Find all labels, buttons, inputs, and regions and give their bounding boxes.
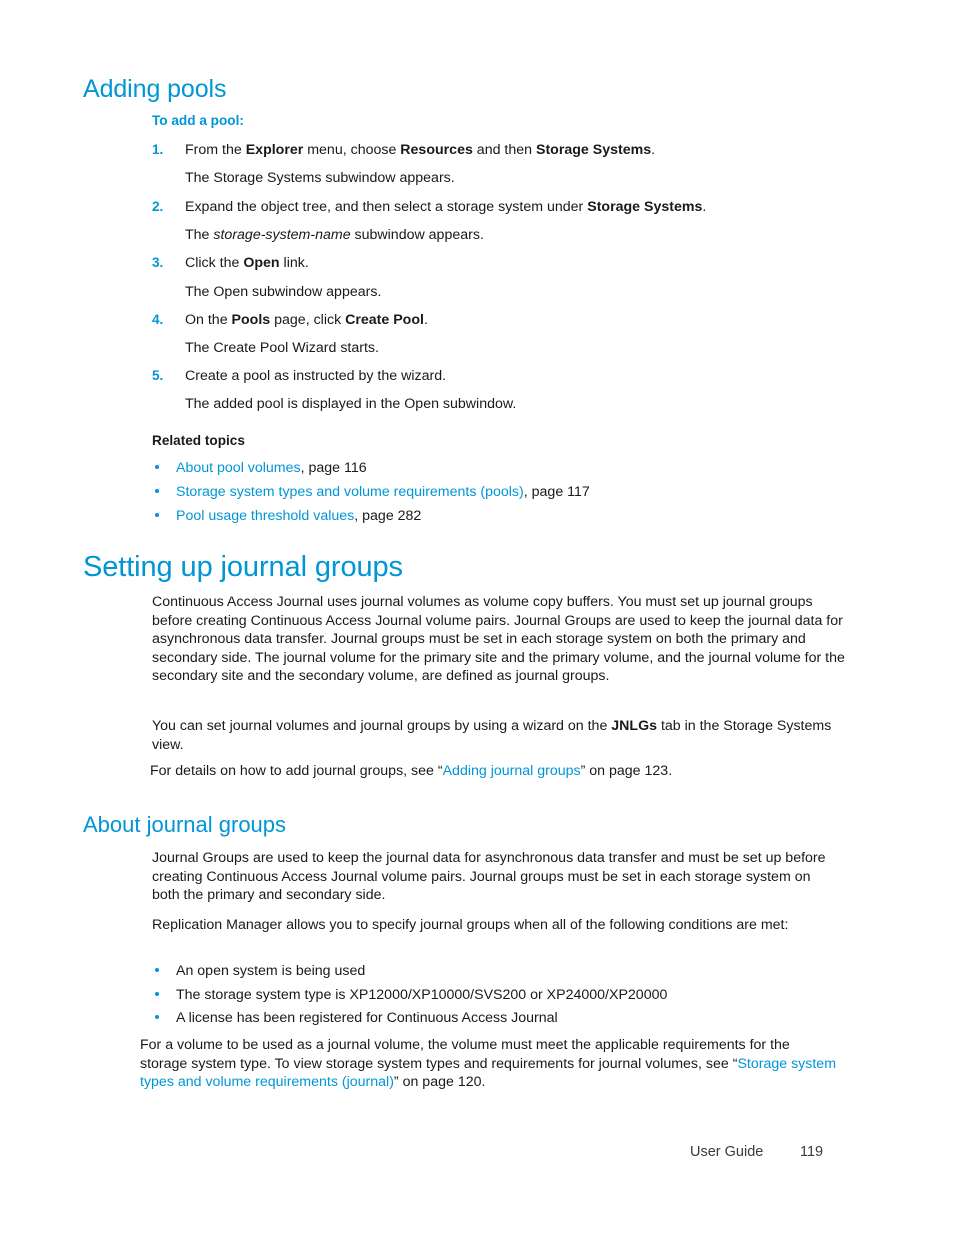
document-page: Adding pools To add a pool: 1. From the … (0, 0, 954, 1235)
link-storage-system-types-pools[interactable]: Storage system types and volume requirem… (176, 484, 524, 500)
bullet-dot-icon (155, 968, 159, 972)
bullet-dot-icon (155, 1015, 159, 1019)
text-run: Expand the object tree, and then select … (185, 199, 588, 215)
bullet-dot-icon (155, 465, 159, 469)
text-run: Create a pool as instructed by the wizar… (185, 368, 447, 384)
footer-guide-label: User Guide (690, 1144, 764, 1160)
step-number: 2. (152, 199, 164, 214)
related-topic-page: , page 116 (300, 460, 367, 476)
step-item: 5. Create a pool as instructed by the wi… (152, 367, 852, 386)
bold-run: Resources (400, 142, 473, 158)
related-topic-item: Pool usage threshold values, page 282 (152, 507, 852, 526)
step-text: Expand the object tree, and then select … (185, 198, 852, 217)
step-result: The Open subwindow appears. (185, 284, 382, 300)
step-result: The added pool is displayed in the Open … (185, 396, 517, 412)
related-topics-label: Related topics (152, 433, 245, 448)
step-text: On the Pools page, click Create Pool. (185, 311, 852, 330)
text-run: You can set journal volumes and journal … (152, 718, 612, 734)
condition-item: The storage system type is XP12000/XP100… (152, 986, 852, 1005)
step-number: 5. (152, 368, 164, 383)
text-run: The (185, 227, 214, 243)
footer-page-number: 119 (800, 1144, 824, 1160)
link-about-pool-volumes[interactable]: About pool volumes (176, 460, 301, 476)
step-result: The Storage Systems subwindow appears. (185, 170, 455, 186)
bold-run: Explorer (245, 142, 304, 158)
related-topic-text: About pool volumes, page 116 (176, 459, 852, 478)
text-run: . (651, 142, 656, 158)
condition-text: The storage system type is XP12000/XP100… (176, 987, 668, 1003)
step-text: Click the Open link. (185, 254, 852, 273)
step-result: The storage-system-name subwindow appear… (185, 226, 845, 245)
related-topic-page: , page 117 (523, 484, 590, 500)
text-run: subwindow appears. (350, 227, 484, 243)
related-topic-item: About pool volumes, page 116 (152, 459, 852, 478)
step-item: 4. On the Pools page, click Create Pool. (152, 311, 852, 330)
related-topic-text: Pool usage threshold values, page 282 (176, 507, 852, 526)
section-heading-adding-pools: Adding pools (83, 75, 227, 103)
condition-item: A license has been registered for Contin… (152, 1009, 852, 1028)
inline-link[interactable]: Adding journal groups (443, 763, 581, 779)
text-run: . (702, 199, 707, 215)
condition-item: An open system is being used (152, 962, 852, 981)
paragraph-replication-manager-conditions: Replication Manager allows you to specif… (152, 917, 789, 933)
text-run: and then (472, 142, 536, 158)
text-run: menu, choose (303, 142, 401, 158)
bold-run: Open (243, 255, 280, 271)
step-number: 4. (152, 312, 164, 327)
text-run: page, click (270, 312, 346, 328)
paragraph-journal-volume-requirements: For a volume to be used as a journal vol… (140, 1036, 840, 1092)
bullet-dot-icon (155, 513, 159, 517)
bold-run: Storage Systems (587, 199, 703, 215)
text-run: ” on page 123. (580, 763, 673, 779)
paragraph-about-journal-groups-1: Journal Groups are used to keep the jour… (152, 850, 826, 904)
bold-run: Storage Systems (535, 142, 652, 158)
procedure-label-to-add-a-pool: To add a pool: (152, 113, 244, 128)
bullet-dot-icon (155, 489, 159, 493)
section-heading-setting-up-journal-groups: Setting up journal groups (83, 551, 403, 583)
text-run: For a volume to be used as a journal vol… (140, 1037, 790, 1072)
bold-run: Create Pool (345, 312, 424, 328)
section-heading-about-journal-groups: About journal groups (83, 812, 287, 837)
bullet-dot-icon (155, 992, 159, 996)
related-topic-text: Storage system types and volume requirem… (176, 483, 852, 502)
text-run: From the (185, 142, 246, 158)
step-item: 1. From the Explorer menu, choose Resour… (152, 141, 852, 160)
step-item: 2. Expand the object tree, and then sele… (152, 198, 852, 217)
bold-run: Pools (231, 312, 271, 328)
condition-text: A license has been registered for Contin… (176, 1010, 558, 1026)
related-topic-page: , page 282 (354, 508, 422, 524)
step-number: 1. (152, 142, 164, 157)
paragraph-jnlgs-tab: You can set journal volumes and journal … (152, 717, 846, 754)
text-run: Click the (185, 255, 244, 271)
text-run: ” on page 120. (393, 1074, 486, 1091)
link-pool-usage-threshold-values[interactable]: Pool usage threshold values (176, 508, 354, 524)
text-run: link. (279, 255, 309, 271)
related-topic-item: Storage system types and volume requirem… (152, 483, 852, 502)
step-item: 3. Click the Open link. (152, 254, 852, 273)
paragraph-journal-groups-intro: Continuous Access Journal uses journal v… (152, 594, 845, 685)
step-number: 3. (152, 255, 164, 270)
text-run: . (423, 312, 428, 328)
italic-run: storage-system-name (213, 227, 351, 243)
step-result: The Create Pool Wizard starts. (185, 340, 379, 356)
bold-run: JNLGs (611, 718, 658, 734)
step-text: Create a pool as instructed by the wizar… (185, 367, 852, 386)
condition-text: An open system is being used (176, 963, 366, 979)
step-text: From the Explorer menu, choose Resources… (185, 141, 852, 160)
paragraph-adding-journal-groups-ref: For details on how to add journal groups… (150, 762, 850, 781)
text-run: For details on how to add journal groups… (150, 763, 443, 779)
text-run: On the (185, 312, 232, 328)
